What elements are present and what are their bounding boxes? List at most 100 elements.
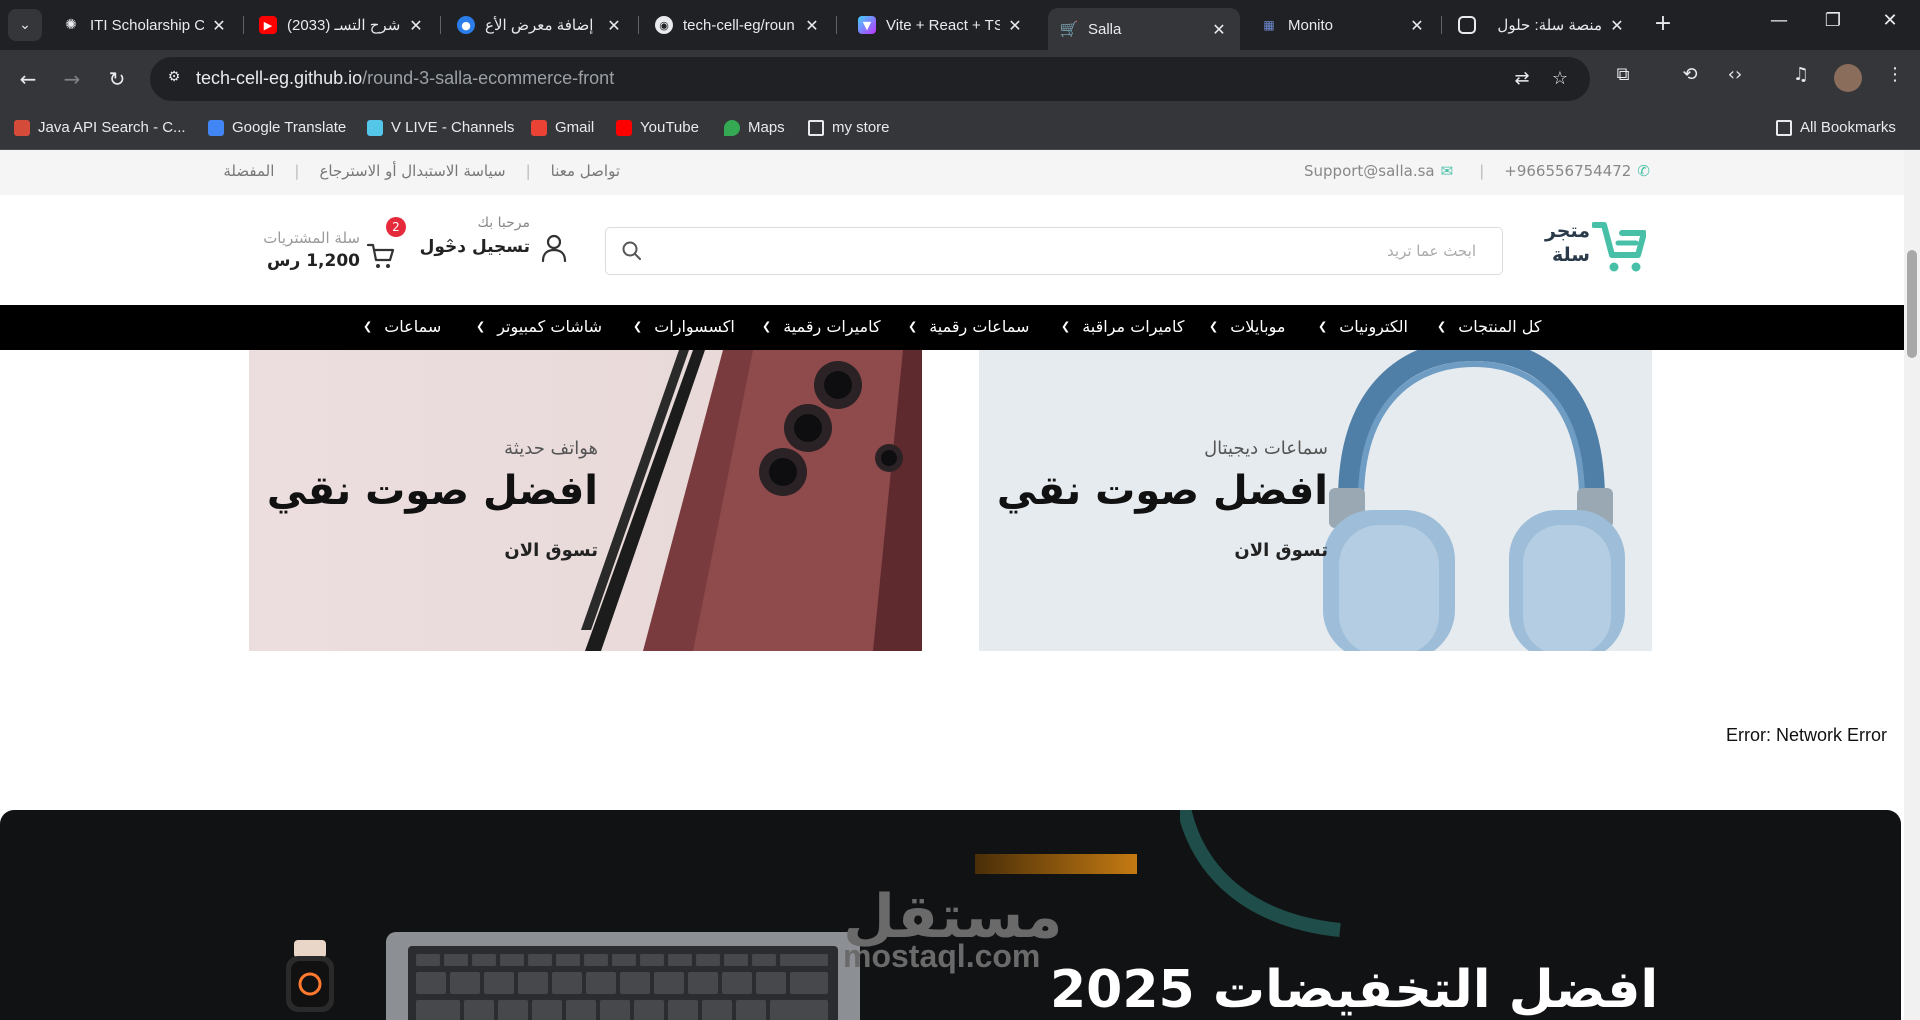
bookmark-item[interactable]: V LIVE - Channels bbox=[367, 119, 514, 136]
site-info-icon[interactable]: ⚙ bbox=[164, 69, 184, 89]
tab-search-button[interactable]: ⌄ bbox=[8, 9, 42, 41]
divider: | bbox=[525, 162, 531, 180]
close-tab-icon[interactable]: ✕ bbox=[803, 16, 821, 35]
link-favorites[interactable]: المفضلة bbox=[203, 162, 294, 180]
mail-icon: ✉ bbox=[1440, 162, 1454, 180]
nav-label: كاميرات رقمية bbox=[783, 317, 881, 336]
nav-item-electronics[interactable]: الكترونيات ❯ bbox=[1318, 317, 1408, 336]
close-tab-icon[interactable]: ✕ bbox=[210, 16, 228, 35]
link-return-policy[interactable]: سياسة الاستبدال أو الاسترجاع bbox=[299, 162, 525, 180]
scrollbar-thumb[interactable] bbox=[1907, 250, 1917, 358]
minimize-icon[interactable]: — bbox=[1759, 10, 1799, 31]
chevron-down-icon: ❯ bbox=[908, 320, 918, 333]
login-link[interactable]: تسجيل دخول bbox=[420, 237, 530, 257]
close-tab-icon[interactable]: ✕ bbox=[407, 16, 425, 35]
support-phone[interactable]: +966556754472 bbox=[1504, 162, 1631, 180]
bookmark-label: my store bbox=[832, 119, 890, 136]
nav-label: موبايلات bbox=[1230, 317, 1286, 336]
nav-label: كاميرات مراقبة bbox=[1082, 317, 1185, 336]
browser-tab[interactable]: ✺ ITI Scholarship C ✕ bbox=[50, 8, 240, 42]
github-icon: ◉ bbox=[655, 16, 673, 34]
logo-cart-icon bbox=[1592, 222, 1646, 272]
media-control-icon[interactable]: ♫ bbox=[1786, 64, 1816, 94]
new-tab-button[interactable]: + bbox=[1650, 12, 1676, 38]
close-tab-icon[interactable]: ✕ bbox=[605, 16, 623, 35]
history-icon[interactable]: ⟲ bbox=[1675, 64, 1705, 94]
bookmark-label: All Bookmarks bbox=[1800, 119, 1896, 136]
banner-shop-now-link[interactable]: تسوق الان bbox=[1234, 540, 1328, 561]
translate-icon[interactable]: ⇄ bbox=[1510, 68, 1534, 92]
gmail-icon bbox=[531, 119, 547, 136]
bookmark-item[interactable]: Maps bbox=[724, 119, 785, 136]
bookmark-label: Maps bbox=[748, 119, 785, 136]
chevron-down-icon: ❯ bbox=[633, 320, 643, 333]
back-button[interactable]: ← bbox=[12, 63, 44, 95]
extensions-icon[interactable]: ⧉ bbox=[1608, 64, 1638, 94]
cart-button[interactable]: سلة المشتريات 1,200 رس 2 bbox=[260, 215, 406, 285]
link-contact[interactable]: تواصل معنا bbox=[531, 162, 640, 180]
bookmark-folder[interactable]: my store bbox=[808, 119, 890, 136]
nav-item-surveillance-cameras[interactable]: كاميرات مراقبة ❯ bbox=[1061, 317, 1184, 336]
nav-label: كل المنتجات bbox=[1458, 317, 1542, 336]
address-bar[interactable]: ⚙ tech-cell-eg.github.io/round-3-salla-e… bbox=[150, 57, 1590, 101]
nav-item-computer-screens[interactable]: شاشات كمبيوتر ❯ bbox=[476, 317, 602, 336]
restore-icon[interactable]: ❐ bbox=[1813, 10, 1853, 31]
nav-label: اكسسوارات bbox=[654, 317, 735, 336]
close-window-icon[interactable]: ✕ bbox=[1870, 10, 1910, 31]
nav-item-digital-cameras[interactable]: كاميرات رقمية ❯ bbox=[762, 317, 881, 336]
folder-icon bbox=[808, 119, 824, 136]
account-menu[interactable]: مرحبا بك تسجيل دخول ⌃ bbox=[410, 215, 570, 285]
nav-item-digital-headphones[interactable]: سماعات رقمية ❯ bbox=[908, 317, 1029, 336]
close-tab-icon[interactable]: ✕ bbox=[1608, 16, 1626, 35]
browser-tab-active[interactable]: 🛒 Salla ✕ bbox=[1048, 8, 1240, 50]
banner-headphones[interactable]: سماعات ديجيتال افضل صوت نقي تسوق الان bbox=[979, 350, 1652, 651]
close-tab-icon[interactable]: ✕ bbox=[1006, 16, 1024, 35]
salla-icon bbox=[1458, 16, 1476, 34]
bookmark-item[interactable]: Google Translate bbox=[208, 119, 346, 136]
banner-phones[interactable]: هواتف حديثة افضل صوت نقي تسوق الان bbox=[249, 350, 922, 651]
promo-section: مستقل mostaql.com افضل التخفيضات 2025 bbox=[0, 810, 1901, 1020]
menu-dots-icon[interactable]: ⋮ bbox=[1880, 64, 1910, 94]
chevron-down-icon: ❯ bbox=[1437, 320, 1447, 333]
vlive-icon bbox=[367, 119, 383, 136]
chevron-down-icon: ⌄ bbox=[19, 17, 31, 33]
bookmark-label: YouTube bbox=[640, 119, 699, 136]
chevron-up-icon: ⌃ bbox=[444, 237, 456, 253]
all-bookmarks-button[interactable]: All Bookmarks bbox=[1776, 119, 1896, 136]
close-tab-icon[interactable]: ✕ bbox=[1408, 16, 1426, 35]
nav-item-all-products[interactable]: كل المنتجات ❯ bbox=[1437, 317, 1542, 336]
bookmark-item[interactable]: Gmail bbox=[531, 119, 594, 136]
browser-tab[interactable]: منصة سلة: حلول ✕ bbox=[1446, 8, 1638, 42]
tab-divider bbox=[638, 16, 639, 34]
search-icon[interactable] bbox=[620, 239, 644, 263]
bookmark-item[interactable]: Java API Search - C... bbox=[14, 119, 186, 136]
banner-headline: افضل صوت نقي bbox=[996, 468, 1328, 514]
bookmark-star-icon[interactable]: ☆ bbox=[1548, 68, 1572, 92]
browser-tab[interactable]: ▼ Vite + React + TS ✕ bbox=[846, 8, 1036, 42]
nav-item-mobiles[interactable]: موبايلات ❯ bbox=[1209, 317, 1285, 336]
chevron-down-icon: ❯ bbox=[1209, 320, 1219, 333]
banner-kicker: سماعات ديجيتال bbox=[1204, 438, 1328, 459]
profile-avatar[interactable] bbox=[1834, 64, 1862, 92]
reload-button[interactable]: ↻ bbox=[101, 63, 133, 95]
nav-item-headphones[interactable]: سماعات ❯ bbox=[363, 317, 441, 336]
search-input[interactable] bbox=[656, 228, 1486, 274]
browser-tab[interactable]: ● إضافة معرض الأع ✕ bbox=[445, 8, 635, 42]
browser-tab[interactable]: ◉ tech-cell-eg/roun ✕ bbox=[643, 8, 833, 42]
monito-icon: ▦ bbox=[1263, 18, 1275, 32]
nav-label: سماعات رقمية bbox=[929, 317, 1030, 336]
close-tab-icon[interactable]: ✕ bbox=[1210, 20, 1228, 39]
support-email[interactable]: Support@salla.sa bbox=[1304, 162, 1435, 180]
devtools-icon[interactable]: ‹› bbox=[1720, 64, 1750, 94]
nav-item-accessories[interactable]: اكسسوارات ❯ bbox=[633, 317, 735, 336]
bookmark-label: Google Translate bbox=[232, 119, 347, 136]
page-scrollbar[interactable] bbox=[1904, 150, 1920, 1020]
banner-shop-now-link[interactable]: تسوق الان bbox=[504, 540, 598, 561]
watermark-url: mostaql.com bbox=[843, 938, 1041, 974]
url-text[interactable]: tech-cell-eg.github.io/round-3-salla-eco… bbox=[196, 68, 614, 89]
browser-tab[interactable]: ▶ (2033) شرح التسـ ✕ bbox=[247, 8, 437, 42]
forward-button[interactable]: → bbox=[56, 63, 88, 95]
bookmarks-bar: Java API Search - C... Google Translate … bbox=[0, 108, 1920, 150]
bookmark-item[interactable]: YouTube bbox=[616, 119, 699, 136]
browser-tab[interactable]: ▦ Monito ✕ bbox=[1248, 8, 1438, 42]
